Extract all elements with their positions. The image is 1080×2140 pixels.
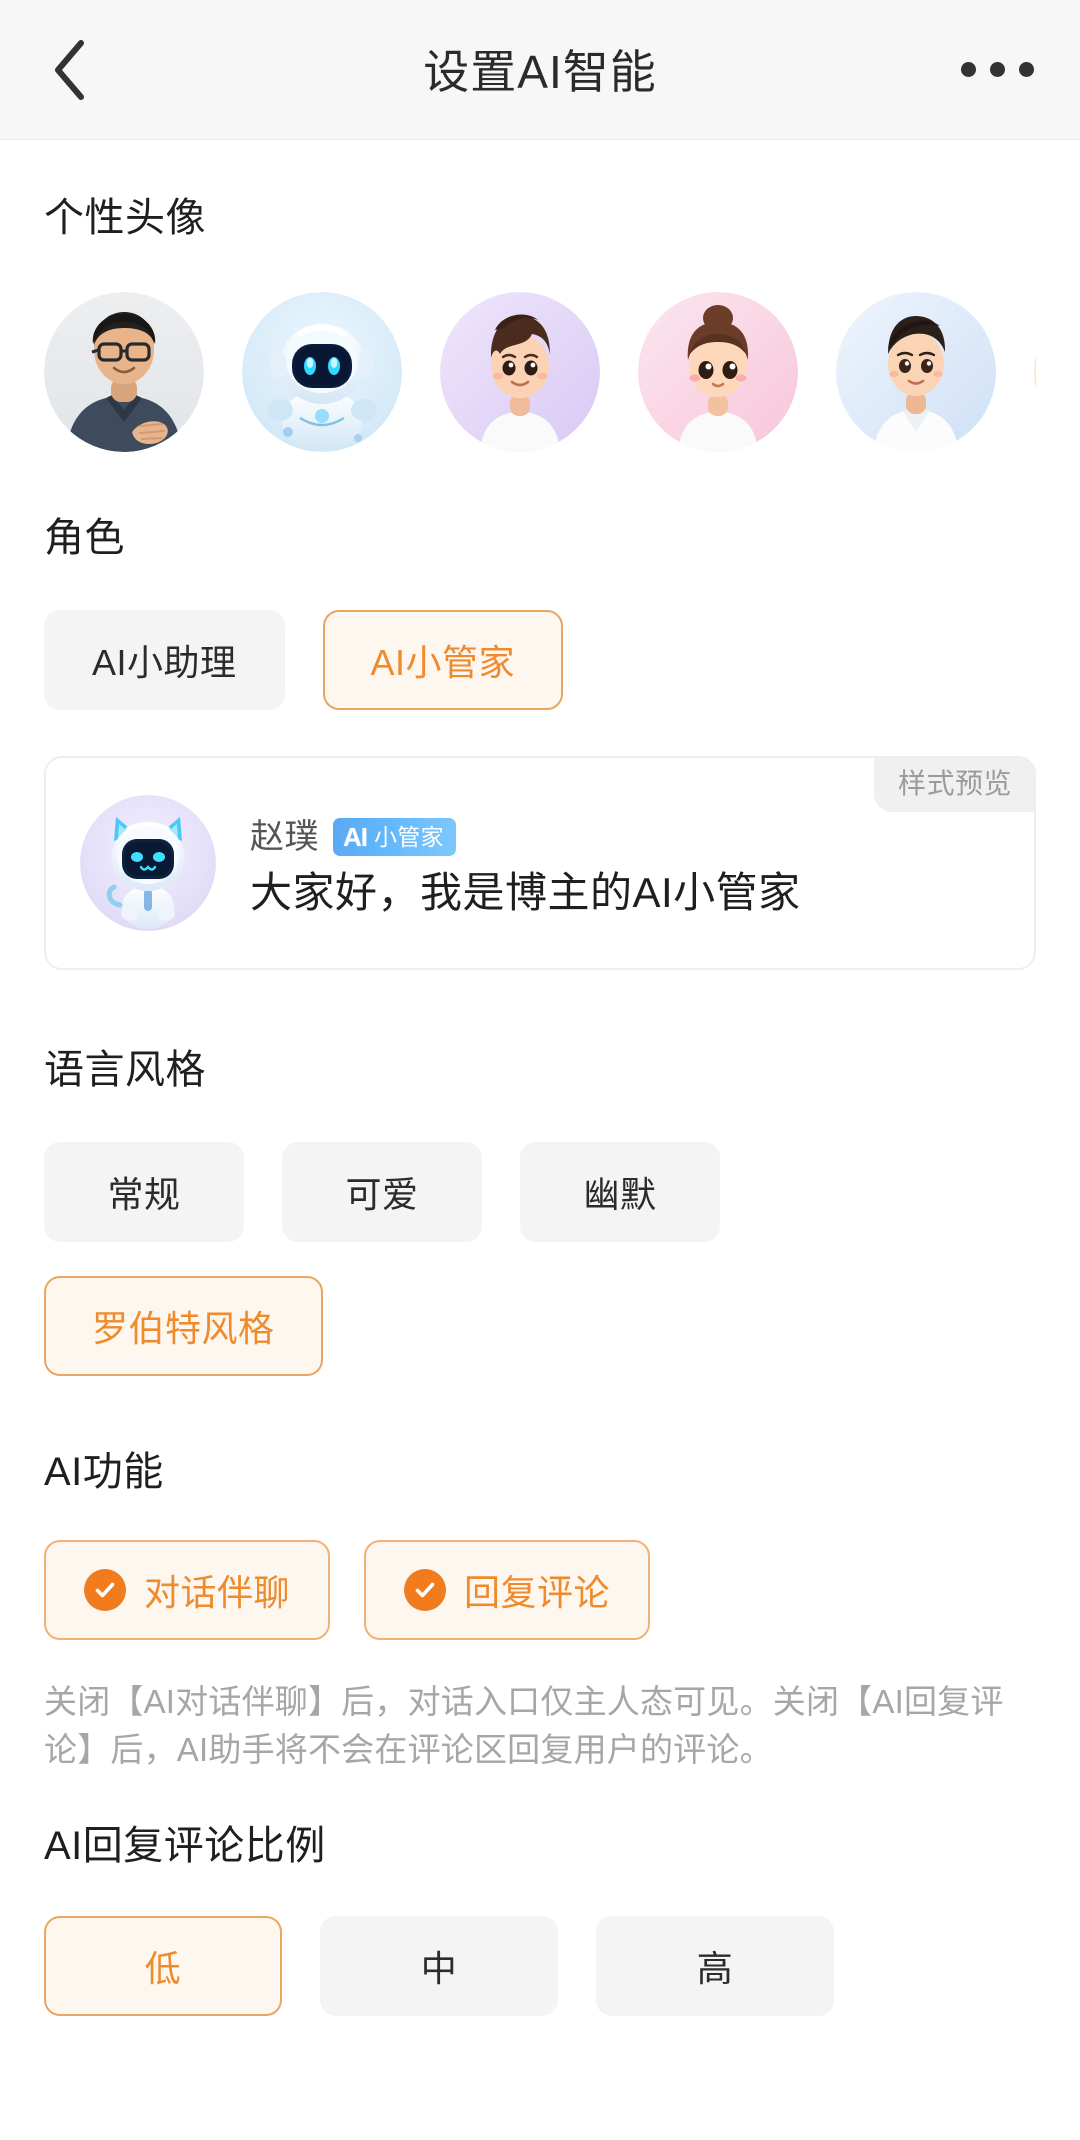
role-option-butler[interactable]: AI小管家 (322, 610, 564, 710)
ai-feature-chat-companion-label: 对话伴聊 (144, 1572, 291, 1613)
avatar-option-robot-blue[interactable] (242, 292, 402, 452)
ai-feature-chat-companion[interactable]: 对话伴聊 (44, 1540, 331, 1640)
language-style-section-title: 语言风格 (44, 1048, 206, 1092)
ai-features-section-title: AI功能 (44, 1450, 164, 1494)
ai-role-badge: AI 小管家 (333, 818, 456, 856)
role-options: AI小助理 AI小管家 (44, 610, 1036, 710)
preview-avatar (80, 795, 216, 931)
app-screen: 设置AI智能 个性头像 角色 AI小助理 AI小管家 样式预览 赵璞 AI 小管… (0, 0, 1080, 2140)
language-style-option-cute[interactable]: 可爱 (282, 1142, 482, 1242)
style-preview-tag: 样式预览 (873, 758, 1034, 812)
reply-ratio-options: 低 中 高 (44, 1915, 1036, 2016)
ai-features-options: 对话伴聊 回复评论 (44, 1540, 1036, 1640)
avatar-option-boy-purple[interactable] (440, 292, 600, 452)
ai-feature-reply-comment-label: 回复评论 (464, 1572, 611, 1613)
navigation-bar: 设置AI智能 (0, 0, 1080, 140)
avatar-option-girl-pink[interactable] (638, 292, 798, 452)
ai-badge-mark: AI (343, 822, 368, 852)
avatar-option-young-man-blue[interactable] (836, 292, 996, 452)
role-section-title: 角色 (44, 516, 125, 560)
preview-user-name: 赵璞 (250, 818, 319, 856)
settings-content: 个性头像 角色 AI小助理 AI小管家 样式预览 赵璞 AI 小管家 大家好，我… (0, 198, 1080, 2016)
avatar-section-title: 个性头像 (44, 196, 206, 240)
reply-ratio-option-medium[interactable]: 中 (320, 1915, 558, 2016)
cat-robot-avatar-icon (80, 795, 216, 931)
role-option-assistant[interactable]: AI小助理 (44, 610, 285, 710)
language-style-options-row1: 常规 可爱 幽默 (44, 1142, 1036, 1242)
avatar-carousel[interactable] (44, 292, 1036, 452)
avatar-option-photo-man[interactable] (44, 292, 204, 452)
chevron-left-icon (48, 35, 90, 105)
preview-identity-row: 赵璞 AI 小管家 (250, 818, 801, 856)
reply-ratio-section-title: AI回复评论比例 (44, 1823, 326, 1868)
language-style-options-row2: 罗伯特风格 (44, 1276, 1036, 1376)
ai-features-description: 关闭【AI对话伴聊】后，对话入口仅主人态可见。关闭【AI回复评论】后，AI助手将… (44, 1683, 1004, 1768)
ai-feature-reply-comment[interactable]: 回复评论 (364, 1540, 651, 1640)
check-circle-icon (404, 1569, 447, 1611)
reply-ratio-option-low[interactable]: 低 (44, 1915, 282, 2016)
language-style-option-robert[interactable]: 罗伯特风格 (44, 1276, 323, 1376)
style-preview-card: 样式预览 赵璞 AI 小管家 大家好，我是博主的AI小管家 (44, 756, 1036, 970)
more-options-button[interactable] (952, 40, 1042, 100)
avatar-option-partial-peach[interactable] (1034, 292, 1036, 452)
preview-message: 大家好，我是博主的AI小管家 (250, 869, 801, 916)
page-title: 设置AI智能 (423, 45, 657, 98)
language-style-option-normal[interactable]: 常规 (44, 1142, 244, 1242)
ai-badge-role: 小管家 (374, 823, 444, 850)
reply-ratio-option-high[interactable]: 高 (596, 1915, 834, 2016)
preview-body: 赵璞 AI 小管家 大家好，我是博主的AI小管家 (250, 812, 801, 914)
back-button[interactable] (34, 35, 104, 105)
language-style-option-humor[interactable]: 幽默 (520, 1142, 720, 1242)
more-horizontal-icon (960, 62, 1034, 77)
check-circle-icon (84, 1569, 126, 1611)
